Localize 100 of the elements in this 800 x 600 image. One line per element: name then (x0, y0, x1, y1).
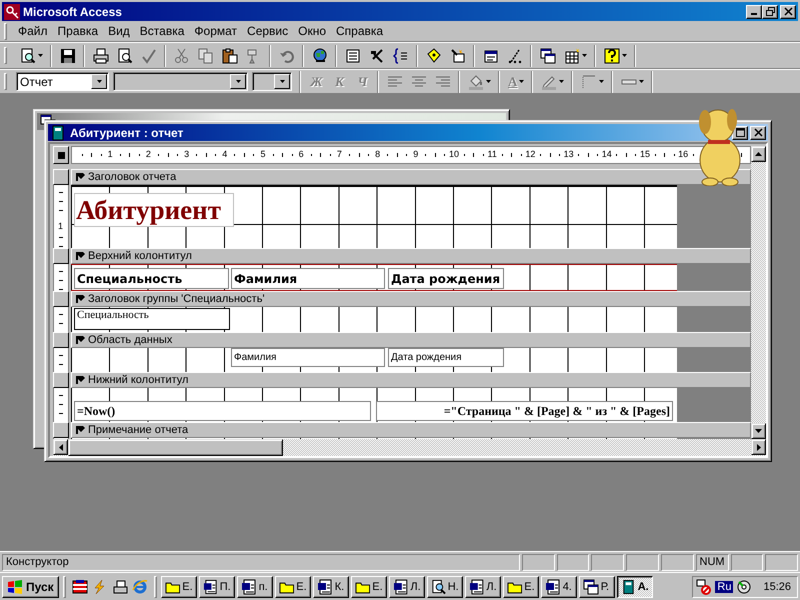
taskbar-button[interactable]: 4. (540, 576, 577, 598)
scroll-down-button[interactable] (751, 423, 766, 439)
book-icon (50, 124, 66, 140)
combo-box[interactable] (252, 72, 292, 91)
close-button[interactable] (780, 4, 796, 18)
menu-item[interactable]: Справка (331, 22, 388, 40)
combo-box[interactable]: Отчет (16, 72, 109, 91)
down-arrow-icon (755, 429, 762, 433)
maximize-icon (736, 128, 744, 137)
text-box[interactable]: Дата рождения (388, 348, 504, 367)
scissors-icon (174, 48, 190, 64)
ruler-number: 2 (146, 149, 151, 159)
status-panel (522, 554, 555, 571)
ruler-number: 1 (58, 221, 64, 232)
taskbar-button[interactable]: А. (616, 576, 653, 598)
taskbar-button[interactable]: Р. (578, 576, 615, 598)
scroll-thumb[interactable] (68, 439, 283, 456)
column-label[interactable]: Специальность (74, 268, 229, 289)
taskbar-button[interactable]: Л. (388, 576, 425, 598)
windows-icon (582, 578, 599, 594)
text-box[interactable]: Фамилия (231, 348, 385, 367)
select-report-button[interactable] (53, 146, 69, 164)
properties-icon (483, 48, 499, 64)
pointer-icon (76, 173, 85, 181)
scroll-right-button[interactable] (751, 439, 766, 455)
section-selector[interactable] (53, 248, 69, 264)
border-icon (581, 74, 598, 90)
report-title-label[interactable]: Абитуриент (74, 193, 234, 227)
menu-item[interactable]: Формат (189, 22, 242, 40)
vertical-ruler (53, 388, 69, 422)
format-letter: К (335, 74, 344, 90)
ruler-number: 10 (449, 149, 459, 159)
status-panel (591, 554, 624, 571)
section-selector[interactable] (53, 422, 69, 438)
taskbar-button[interactable]: Л. (464, 576, 501, 598)
left-arrow-icon (58, 444, 62, 450)
windows-logo-icon (7, 580, 23, 594)
status-panel (765, 554, 798, 571)
menu-item[interactable]: Сервис (242, 22, 294, 40)
key-icon (4, 4, 20, 20)
vertical-scrollbar[interactable] (751, 146, 766, 439)
taskbar-button[interactable]: Е. (350, 576, 387, 598)
caret-icon (519, 80, 524, 83)
scroll-up-button[interactable] (751, 146, 766, 162)
pointer-icon (76, 426, 85, 434)
section-bar[interactable]: Верхний колонтитул (71, 248, 751, 264)
taskbar-button[interactable]: К. (312, 576, 349, 598)
taskbar-button[interactable]: Е. (160, 576, 197, 598)
ruler-number: 14 (602, 149, 612, 159)
document-icon (392, 578, 408, 594)
close-icon (754, 128, 762, 137)
section-selector[interactable] (53, 169, 69, 185)
section-bar[interactable]: Область данных (71, 332, 751, 348)
section-selector[interactable] (53, 291, 69, 307)
scroll-left-button[interactable] (53, 439, 68, 455)
language-indicator[interactable]: Ru (715, 580, 734, 592)
taskbar-button[interactable]: Е. (274, 576, 311, 598)
menu-item[interactable]: Вставка (134, 22, 190, 40)
taskbar-button[interactable]: Н. (426, 576, 463, 598)
code-icon (393, 48, 409, 64)
section-selector[interactable] (53, 372, 69, 388)
vertical-ruler (53, 264, 69, 291)
taskbar-button[interactable]: Е. (502, 576, 539, 598)
menu-item[interactable]: Правка (52, 22, 104, 40)
format-letter: Ж (310, 74, 322, 90)
restore-button[interactable] (762, 4, 778, 18)
minimize-button[interactable] (746, 4, 762, 18)
section-title: Заголовок отчета (88, 171, 176, 183)
device-icon (112, 578, 128, 594)
section-bar[interactable]: Нижний колонтитул (71, 372, 751, 388)
start-button[interactable]: Пуск (2, 576, 59, 598)
restore-icon (766, 7, 774, 16)
expression-box[interactable]: ="Страница " & [Page] & " из " & [Pages] (376, 401, 673, 421)
quick-launch-button[interactable] (72, 578, 88, 594)
column-label[interactable]: Дата рождения (388, 268, 504, 289)
print-preview-icon (117, 48, 133, 64)
column-label[interactable]: Фамилия (231, 268, 385, 289)
expression-box[interactable]: =Now() (74, 401, 371, 421)
up-arrow-icon (755, 152, 762, 156)
menu-item[interactable]: Вид (103, 22, 135, 40)
close-button[interactable] (750, 126, 766, 140)
combo-box[interactable] (113, 72, 248, 91)
section-bar[interactable]: Заголовок группы 'Специальность' (71, 291, 751, 307)
menu-item[interactable]: Окно (293, 22, 332, 40)
horizontal-scrollbar[interactable] (53, 439, 766, 456)
section-bar[interactable]: Заголовок отчета (71, 169, 751, 185)
taskbar-button[interactable]: п. (236, 576, 273, 598)
disc-icon (736, 578, 752, 594)
menu-item[interactable]: Файл (13, 22, 53, 40)
quick-launch-button[interactable] (112, 578, 128, 594)
printer-icon (93, 48, 109, 64)
taskbar-button[interactable]: П. (198, 576, 235, 598)
ruler-number: 11 (488, 149, 497, 159)
help-icon (604, 48, 620, 64)
text-box[interactable]: Специальность (74, 308, 230, 330)
section-title: Нижний колонтитул (88, 374, 188, 386)
ruler-number: 5 (260, 149, 266, 159)
section-bar[interactable]: Примечание отчета (71, 422, 751, 438)
document-icon (544, 578, 561, 594)
section-selector[interactable] (53, 332, 69, 348)
